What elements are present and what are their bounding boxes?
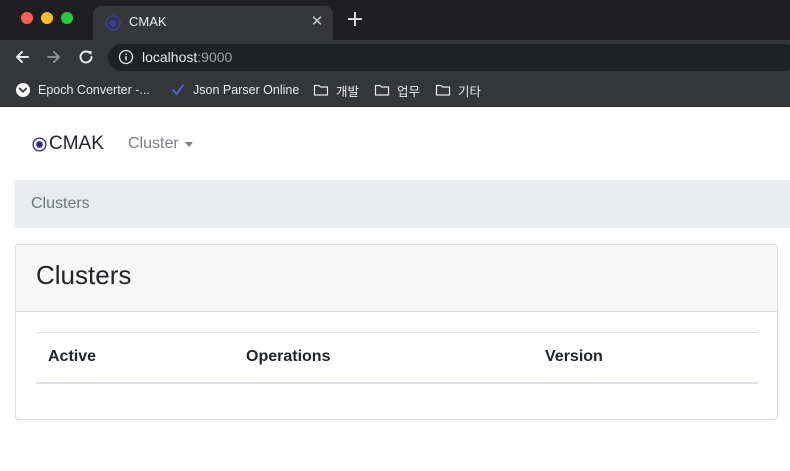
column-header-active: Active — [36, 332, 234, 384]
reload-icon[interactable] — [75, 46, 97, 68]
close-window-button[interactable] — [21, 12, 33, 24]
breadcrumb: Clusters — [15, 180, 790, 228]
brand-name: CMAK — [49, 133, 104, 154]
bookmark-folder-other[interactable]: 기타 — [435, 81, 481, 99]
cmak-logo-icon — [105, 15, 121, 31]
clusters-table-wrapper: Active Operations Version — [36, 332, 758, 384]
cluster-dropdown[interactable]: Cluster — [128, 135, 193, 153]
column-header-version: Version — [533, 332, 758, 384]
address-bar[interactable]: localhost:9000 — [108, 44, 790, 71]
bookmark-label: 기타 — [458, 84, 482, 99]
card-header: Clusters — [16, 245, 777, 312]
navbar-brand[interactable]: CMAK — [32, 133, 104, 154]
checkmark-icon — [172, 84, 184, 95]
browser-titlebar: CMAK ✕ + — [0, 0, 790, 40]
chevron-circle-icon — [16, 83, 30, 97]
url-text: localhost:9000 — [142, 49, 232, 66]
browser-toolbar: localhost:9000 — [0, 40, 790, 74]
column-header-operations: Operations — [234, 332, 533, 384]
cluster-dropdown-label: Cluster — [128, 135, 179, 152]
bookmark-folder-work[interactable]: 업무 — [374, 81, 420, 99]
table-header-row: Active Operations Version — [36, 332, 758, 384]
caret-down-icon — [184, 142, 193, 147]
card-title: Clusters — [36, 260, 132, 290]
page-content: CMAK Cluster Clusters Clusters Active Op… — [0, 107, 790, 471]
bookmark-label: Json Parser Online — [193, 83, 300, 97]
tab-close-icon[interactable]: ✕ — [309, 14, 325, 30]
minimize-window-button[interactable] — [41, 12, 53, 24]
bookmark-label: 개발 — [336, 84, 360, 99]
back-arrow-icon[interactable] — [11, 46, 33, 68]
bookmark-folder-dev[interactable]: 개발 — [313, 81, 359, 99]
bookmark-epoch-converter[interactable]: Epoch Converter -... — [15, 81, 150, 99]
tab-title: CMAK — [129, 14, 167, 29]
breadcrumb-item-clusters: Clusters — [31, 195, 90, 212]
bookmark-label: 업무 — [397, 84, 421, 99]
url-port: :9000 — [197, 49, 233, 65]
maximize-window-button[interactable] — [61, 12, 73, 24]
tab-cmak[interactable]: CMAK ✕ — [93, 6, 333, 40]
folder-icon — [313, 84, 329, 96]
folder-icon — [374, 84, 390, 96]
cmak-logo-icon — [32, 136, 47, 152]
new-tab-button[interactable]: + — [345, 9, 365, 31]
bookmark-json-parser[interactable]: Json Parser Online — [170, 81, 299, 99]
folder-icon — [435, 84, 451, 96]
clusters-card: Clusters Active Operations Version — [15, 244, 778, 420]
bookmark-label: Epoch Converter -... — [38, 83, 150, 97]
info-icon[interactable] — [118, 49, 134, 65]
url-host: localhost — [142, 49, 198, 65]
bookmarks-bar: Epoch Converter -... Json Parser Online … — [0, 74, 790, 107]
forward-arrow-icon[interactable] — [43, 46, 65, 68]
clusters-table: Active Operations Version — [36, 332, 758, 384]
